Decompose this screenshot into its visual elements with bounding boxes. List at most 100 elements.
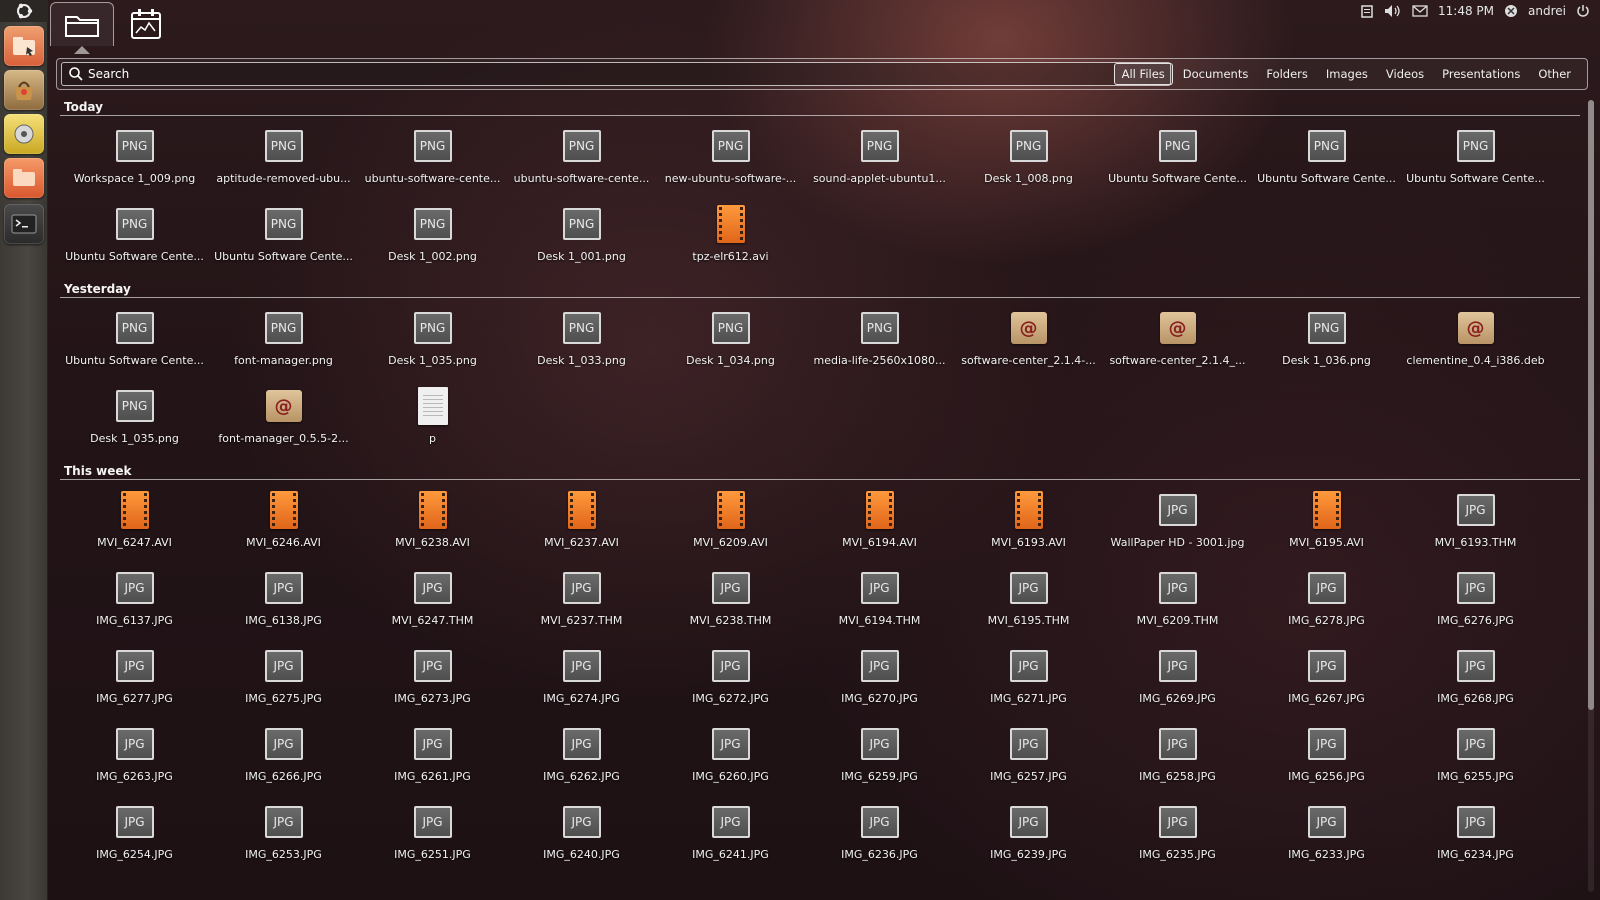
files-folders-app-icon[interactable]: [4, 26, 44, 66]
file-tile[interactable]: JPG IMG_6270.JPG: [805, 644, 954, 722]
applications-lens-tab[interactable]: [114, 2, 178, 46]
file-tile[interactable]: PNG Ubuntu Software Cente...: [60, 306, 209, 384]
file-tile[interactable]: JPG IMG_6276.JPG: [1401, 566, 1550, 644]
file-tile[interactable]: JPG IMG_6240.JPG: [507, 800, 656, 878]
file-tile[interactable]: JPG IMG_6272.JPG: [656, 644, 805, 722]
file-tile[interactable]: JPG IMG_6263.JPG: [60, 722, 209, 800]
file-tile[interactable]: JPG IMG_6267.JPG: [1252, 644, 1401, 722]
file-tile[interactable]: PNG media-life-2560x1080...: [805, 306, 954, 384]
file-tile[interactable]: PNG Desk 1_033.png: [507, 306, 656, 384]
clock[interactable]: 11:48 PM: [1438, 4, 1494, 18]
file-tile[interactable]: JPG MVI_6195.THM: [954, 566, 1103, 644]
file-tile[interactable]: JPG IMG_6268.JPG: [1401, 644, 1550, 722]
file-tile[interactable]: PNG Desk 1_008.png: [954, 124, 1103, 202]
file-tile[interactable]: MVI_6209.AVI: [656, 488, 805, 566]
file-tile[interactable]: PNG new-ubuntu-software-...: [656, 124, 805, 202]
filter-folders[interactable]: Folders: [1258, 63, 1316, 85]
file-tile[interactable]: @ software-center_2.1.4_...: [1103, 306, 1252, 384]
file-tile[interactable]: PNG Ubuntu Software Cente...: [209, 202, 358, 280]
file-tile[interactable]: MVI_6247.AVI: [60, 488, 209, 566]
file-tile[interactable]: @ clementine_0.4_i386.deb: [1401, 306, 1550, 384]
file-tile[interactable]: MVI_6195.AVI: [1252, 488, 1401, 566]
file-tile[interactable]: PNG Ubuntu Software Cente...: [60, 202, 209, 280]
file-tile[interactable]: PNG Desk 1_001.png: [507, 202, 656, 280]
file-manager-icon[interactable]: [4, 158, 44, 198]
file-tile[interactable]: JPG IMG_6262.JPG: [507, 722, 656, 800]
file-tile[interactable]: MVI_6193.AVI: [954, 488, 1103, 566]
file-tile[interactable]: PNG font-manager.png: [209, 306, 358, 384]
software-center-icon[interactable]: [4, 70, 44, 110]
file-tile[interactable]: PNG Desk 1_035.png: [60, 384, 209, 462]
file-tile[interactable]: JPG IMG_6271.JPG: [954, 644, 1103, 722]
file-tile[interactable]: JPG MVI_6238.THM: [656, 566, 805, 644]
file-tile[interactable]: JPG IMG_6251.JPG: [358, 800, 507, 878]
file-tile[interactable]: JPG IMG_6278.JPG: [1252, 566, 1401, 644]
clipboard-indicator-icon[interactable]: [1360, 4, 1374, 18]
filter-documents[interactable]: Documents: [1175, 63, 1257, 85]
search-input[interactable]: [84, 64, 1154, 84]
filter-all-files[interactable]: All Files: [1113, 63, 1173, 85]
file-tile[interactable]: JPG MVI_6247.THM: [358, 566, 507, 644]
file-tile[interactable]: JPG IMG_6275.JPG: [209, 644, 358, 722]
file-tile[interactable]: PNG Desk 1_035.png: [358, 306, 507, 384]
file-tile[interactable]: PNG Ubuntu Software Cente...: [1401, 124, 1550, 202]
file-tile[interactable]: JPG IMG_6256.JPG: [1252, 722, 1401, 800]
file-tile[interactable]: JPG IMG_6277.JPG: [60, 644, 209, 722]
file-tile[interactable]: PNG Workspace 1_009.png: [60, 124, 209, 202]
file-tile[interactable]: JPG IMG_6260.JPG: [656, 722, 805, 800]
file-tile[interactable]: JPG IMG_6241.JPG: [656, 800, 805, 878]
file-tile[interactable]: JPG IMG_6254.JPG: [60, 800, 209, 878]
file-tile[interactable]: PNG sound-applet-ubuntu1...: [805, 124, 954, 202]
filter-presentations[interactable]: Presentations: [1434, 63, 1528, 85]
file-tile[interactable]: JPG IMG_6266.JPG: [209, 722, 358, 800]
scrollbar-thumb[interactable]: [1588, 100, 1594, 710]
scrollbar[interactable]: [1588, 100, 1594, 892]
group-header[interactable]: Yesterday: [60, 280, 1580, 298]
file-tile[interactable]: @ font-manager_0.5.5-2...: [209, 384, 358, 462]
file-tile[interactable]: JPG MVI_6193.THM: [1401, 488, 1550, 566]
group-header[interactable]: This week: [60, 462, 1580, 480]
file-tile[interactable]: PNG Desk 1_036.png: [1252, 306, 1401, 384]
file-tile[interactable]: tpz-elr612.avi: [656, 202, 805, 280]
file-tile[interactable]: JPG IMG_6261.JPG: [358, 722, 507, 800]
file-tile[interactable]: JPG IMG_6273.JPG: [358, 644, 507, 722]
file-tile[interactable]: JPG IMG_6258.JPG: [1103, 722, 1252, 800]
file-tile[interactable]: JPG IMG_6269.JPG: [1103, 644, 1252, 722]
group-header[interactable]: Today: [60, 98, 1580, 116]
file-tile[interactable]: JPG WallPaper HD - 3001.jpg: [1103, 488, 1252, 566]
user-name[interactable]: andrei: [1528, 4, 1566, 18]
file-tile[interactable]: JPG IMG_6253.JPG: [209, 800, 358, 878]
file-tile[interactable]: JPG IMG_6137.JPG: [60, 566, 209, 644]
file-tile[interactable]: JPG IMG_6239.JPG: [954, 800, 1103, 878]
file-tile[interactable]: JPG IMG_6274.JPG: [507, 644, 656, 722]
file-tile[interactable]: MVI_6246.AVI: [209, 488, 358, 566]
file-tile[interactable]: JPG IMG_6138.JPG: [209, 566, 358, 644]
file-tile[interactable]: JPG IMG_6259.JPG: [805, 722, 954, 800]
filter-videos[interactable]: Videos: [1378, 63, 1432, 85]
file-tile[interactable]: PNG Desk 1_034.png: [656, 306, 805, 384]
volume-icon[interactable]: [1384, 4, 1402, 18]
file-tile[interactable]: PNG ubuntu-software-cente...: [507, 124, 656, 202]
filter-images[interactable]: Images: [1318, 63, 1376, 85]
file-tile[interactable]: PNG ubuntu-software-cente...: [358, 124, 507, 202]
file-tile[interactable]: JPG IMG_6257.JPG: [954, 722, 1103, 800]
file-tile[interactable]: JPG IMG_6236.JPG: [805, 800, 954, 878]
disk-utility-icon[interactable]: [4, 114, 44, 154]
file-tile[interactable]: p: [358, 384, 507, 462]
power-icon[interactable]: [1576, 4, 1590, 18]
search-field[interactable]: [61, 62, 1171, 86]
ubuntu-logo-button[interactable]: [0, 0, 48, 22]
file-tile[interactable]: JPG IMG_6233.JPG: [1252, 800, 1401, 878]
mail-icon[interactable]: [1412, 5, 1428, 17]
file-tile[interactable]: JPG IMG_6255.JPG: [1401, 722, 1550, 800]
file-tile[interactable]: JPG MVI_6237.THM: [507, 566, 656, 644]
file-tile[interactable]: PNG Ubuntu Software Cente...: [1103, 124, 1252, 202]
file-tile[interactable]: MVI_6237.AVI: [507, 488, 656, 566]
files-lens-tab[interactable]: [50, 2, 114, 46]
file-tile[interactable]: PNG Desk 1_002.png: [358, 202, 507, 280]
file-tile[interactable]: PNG Ubuntu Software Cente...: [1252, 124, 1401, 202]
file-tile[interactable]: JPG IMG_6234.JPG: [1401, 800, 1550, 878]
filter-other[interactable]: Other: [1530, 63, 1579, 85]
file-tile[interactable]: JPG MVI_6209.THM: [1103, 566, 1252, 644]
file-tile[interactable]: PNG aptitude-removed-ubu...: [209, 124, 358, 202]
